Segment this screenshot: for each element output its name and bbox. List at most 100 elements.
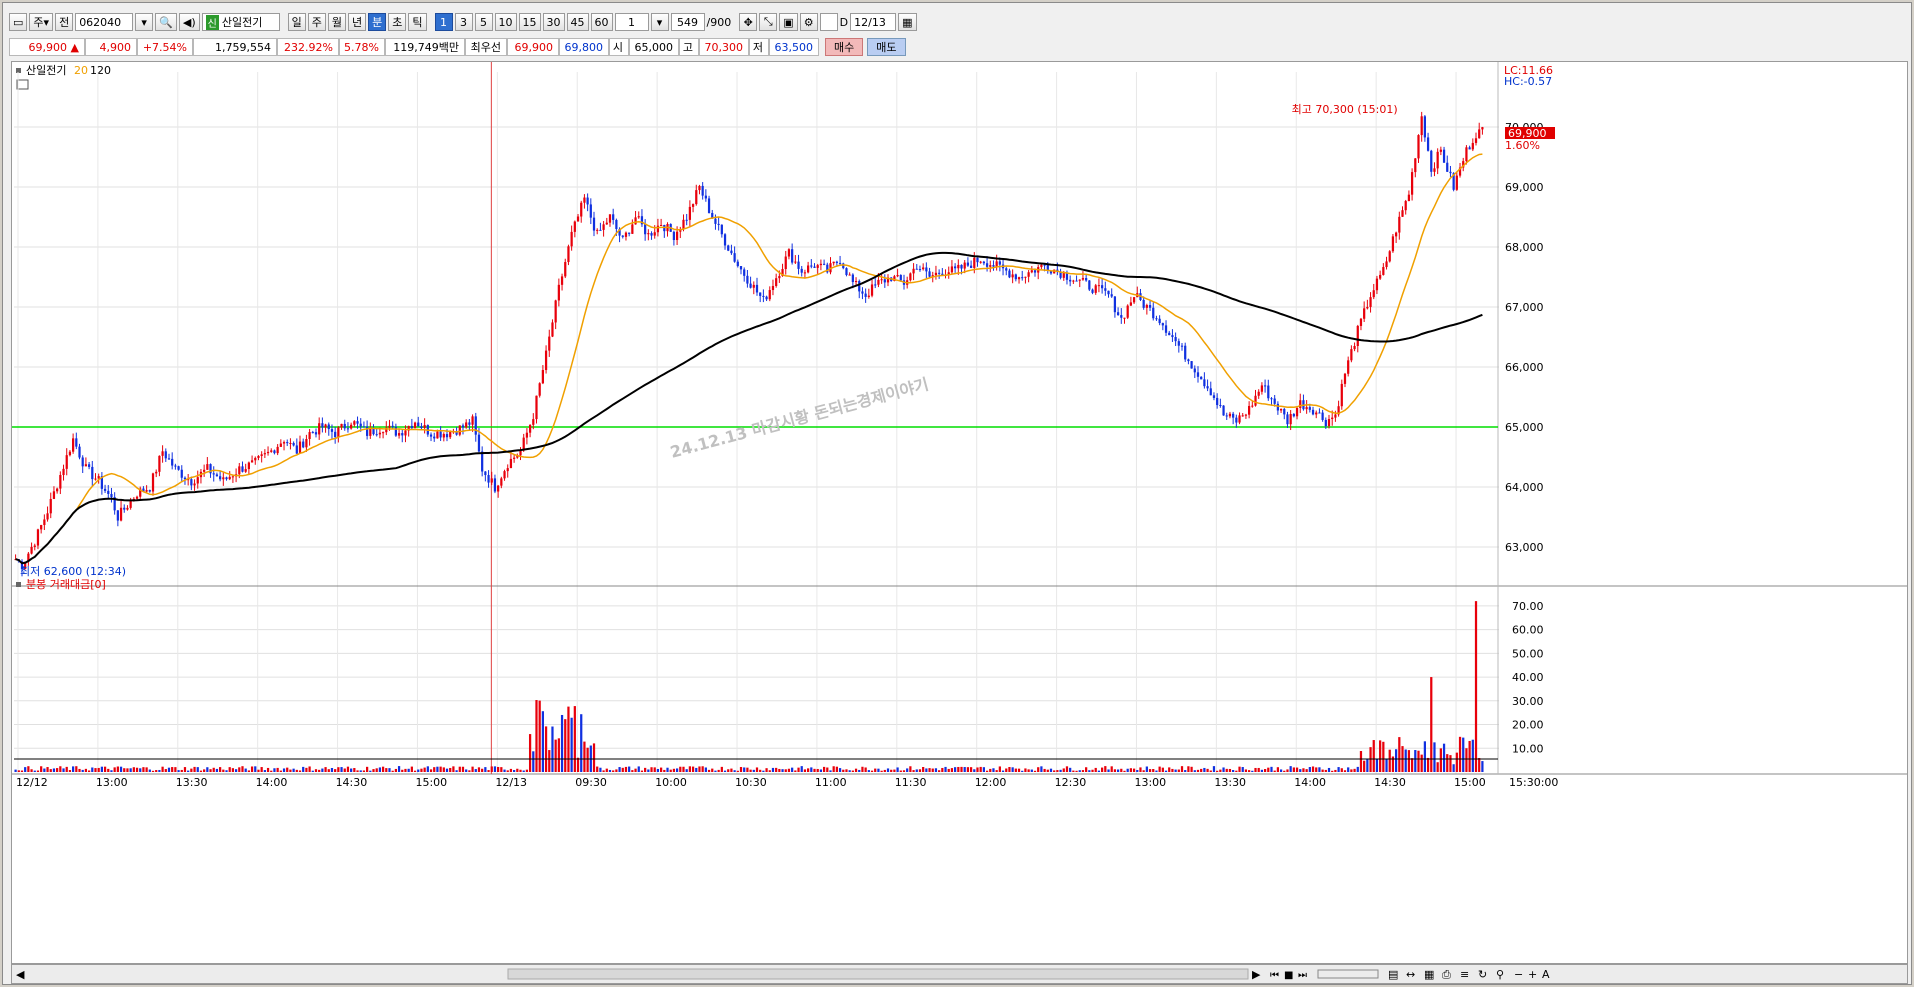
volume-bar [167,767,171,772]
candle-body [33,545,36,547]
compare-icon[interactable]: ≡ [1460,968,1469,981]
multiplier-select[interactable]: 1 [614,13,649,31]
candle-body [794,261,797,263]
count-input[interactable]: 549 [670,13,705,31]
interval-15-button[interactable]: 15 [518,13,541,31]
speaker-icon[interactable]: ◀) [178,13,200,31]
period-day-button[interactable]: 일 [287,13,306,31]
volume-bar [854,768,858,772]
volume-bar [353,768,356,772]
candle-body [976,257,979,263]
volume-bar [1190,766,1193,772]
candle-body [656,225,660,233]
interval-3-button[interactable]: 3 [454,13,473,31]
candle-body [535,395,538,420]
volume-bar [851,770,854,772]
stock-type-select[interactable]: 주 ▾ [29,13,54,31]
interval-30-button[interactable]: 30 [542,13,565,31]
candle-body [909,273,912,281]
stock-code-input[interactable]: 062040 [75,13,134,31]
scroll-thumb[interactable] [507,968,1249,980]
candle-body [1455,175,1458,190]
candle-body [1366,306,1369,309]
pan-icon[interactable]: ↔ [1406,968,1415,981]
mode-button[interactable]: 전 [55,13,74,31]
period-second-button[interactable]: 초 [388,13,407,31]
crosshair-icon[interactable]: ✥ [739,13,758,31]
search-icon[interactable]: 🔍 [155,13,177,31]
rewind-icon[interactable]: ⏮ [1270,970,1279,981]
candle-body [286,442,289,444]
candle-body [1251,405,1254,407]
d-checkbox[interactable] [819,13,838,31]
candle-body [583,197,586,203]
table-icon[interactable] [16,79,29,90]
candle-body [938,272,941,274]
volume-bar [43,768,46,772]
period-week-button[interactable]: 주 [307,13,326,31]
interval-5-button[interactable]: 5 [474,13,493,31]
calendar-icon[interactable]: ▦ [898,13,917,31]
layout-icon[interactable]: ▤ [1388,968,1398,981]
volume-bar [289,769,292,772]
stop-icon[interactable]: ■ [1284,970,1293,981]
scroll-bar[interactable]: ◀ ▶ ⏮ ■ ⏭ ▤ ↔ ▦ ⎙ ≡ ↻ ⚲ − + A [11,964,1908,984]
zoom-slider[interactable] [1317,969,1379,979]
candle-body [1101,285,1104,289]
volume-bar [410,766,413,772]
stock-code-dropdown-icon[interactable]: ▾ [135,13,154,31]
date-input[interactable]: 12/13 [850,13,897,31]
candle-body [1187,359,1190,362]
candle-body [822,263,826,265]
interval-1-button[interactable]: 1 [434,13,453,31]
period-minute-button[interactable]: 분 [368,13,387,31]
interval-10-button[interactable]: 10 [494,13,517,31]
interval-45-button[interactable]: 45 [566,13,589,31]
volume-bar [1232,770,1235,772]
candle-body [1164,325,1168,333]
interval-60-button[interactable]: 60 [590,13,613,31]
candle-body [353,421,356,425]
buy-button[interactable]: 매수 [825,38,864,56]
multiplier-dropdown-icon[interactable]: ▾ [650,13,669,31]
chart-area[interactable]: 산일전기 20 120 LC:11.66 HC:-0.57 70,00069,0… [11,61,1908,964]
time-axis-label: 12:30 [1055,776,1087,789]
volume-bar [519,769,522,772]
period-tick-button[interactable]: 틱 [408,13,427,31]
volume-bar [947,768,950,772]
volume-panel-handle-icon[interactable] [16,582,21,587]
zoom-in-icon[interactable]: + [1528,968,1537,981]
candle-body [250,460,254,463]
candle-body [1225,415,1228,417]
volume-bar [1331,770,1334,772]
volume-bar [1343,770,1347,772]
candle-body [78,446,81,458]
candle-body [1027,272,1030,277]
forward-icon[interactable]: ⏭ [1298,970,1307,981]
time-axis-label: 10:30 [735,776,767,789]
volume-bar [273,768,276,772]
scroll-bar-svg[interactable]: ◀ ▶ ⏮ ■ ⏭ ▤ ↔ ▦ ⎙ ≡ ↻ ⚲ − + A [12,965,1907,983]
scroll-left-icon[interactable]: ◀ [16,968,25,981]
gear-icon[interactable]: ⚙ [799,13,818,31]
trend-tool-icon[interactable]: ⤡ [759,13,778,31]
print-icon[interactable]: ⎙ [1442,968,1451,981]
zoom-icon[interactable]: ⚲ [1496,968,1504,981]
volume-bar [1107,769,1110,772]
scroll-right-icon[interactable]: ▶ [1252,968,1261,981]
chart-svg[interactable]: 산일전기 20 120 LC:11.66 HC:-0.57 70,00069,0… [12,62,1907,963]
stock-name-field[interactable]: 신 산일전기 [201,13,280,31]
window-layout-icon[interactable]: ▭ [9,13,28,31]
period-month-button[interactable]: 월 [327,13,347,31]
refresh-icon[interactable]: ↻ [1478,968,1487,981]
volume-bar [359,770,362,772]
volume-bar [1244,769,1248,772]
volume-bar [193,766,196,772]
volume-bar [1104,766,1107,772]
zoom-out-icon[interactable]: − [1514,968,1523,981]
period-year-button[interactable]: 년 [348,13,367,31]
font-size-icon[interactable]: A [1542,968,1550,981]
save-icon[interactable]: ▣ [779,13,798,31]
sell-button[interactable]: 매도 [867,38,906,56]
grid-icon[interactable]: ▦ [1424,968,1434,981]
